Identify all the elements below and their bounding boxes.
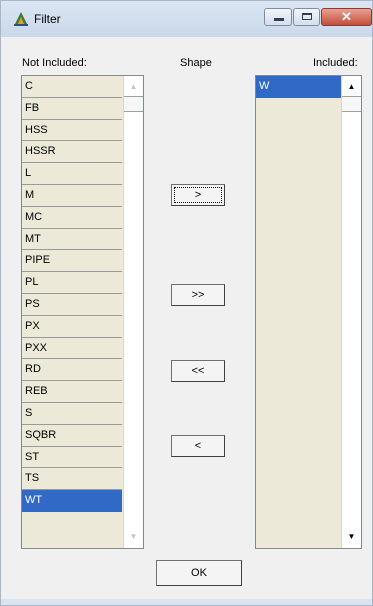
add-all-button[interactable]: >>: [171, 284, 225, 306]
add-button[interactable]: >: [171, 184, 225, 206]
scroll-up-icon[interactable]: ▲: [342, 78, 361, 96]
list-item[interactable]: PIPE: [22, 250, 122, 273]
list-item[interactable]: RD: [22, 359, 122, 382]
remove-all-button[interactable]: <<: [171, 360, 225, 382]
scroll-down-icon[interactable]: ▼: [342, 528, 361, 546]
shape-label: Shape: [180, 57, 212, 69]
list-item[interactable]: MT: [22, 228, 122, 251]
not-included-label: Not Included:: [22, 57, 87, 69]
list-item[interactable]: ST: [22, 446, 122, 469]
minimize-button[interactable]: [264, 8, 292, 26]
scroll-down-icon[interactable]: ▼: [124, 528, 143, 546]
close-button[interactable]: ✕: [321, 8, 372, 26]
list-item[interactable]: PS: [22, 293, 122, 316]
list-item[interactable]: HSS: [22, 119, 122, 142]
window-bottom-border: [1, 599, 372, 605]
included-items: W: [256, 76, 342, 98]
remove-button[interactable]: <: [171, 435, 225, 457]
list-item[interactable]: MC: [22, 206, 122, 229]
list-item[interactable]: L: [22, 163, 122, 185]
scroll-thumb[interactable]: [342, 96, 361, 112]
list-item[interactable]: SQBR: [22, 424, 122, 447]
list-item[interactable]: M: [22, 184, 122, 207]
app-icon: [14, 12, 28, 26]
scroll-thumb[interactable]: [124, 96, 143, 112]
list-item[interactable]: PX: [22, 315, 122, 338]
included-list[interactable]: W ▲ ▼: [255, 75, 362, 549]
list-item[interactable]: TS: [22, 468, 122, 491]
filter-dialog: Filter ✕ Not Included: Shape Included: C…: [0, 0, 373, 606]
maximize-button[interactable]: [293, 8, 320, 26]
list-item[interactable]: W: [256, 76, 342, 98]
scroll-up-icon[interactable]: ▲: [124, 78, 143, 96]
ok-button[interactable]: OK: [156, 560, 242, 586]
list-item[interactable]: HSSR: [22, 141, 122, 164]
not-included-scrollbar[interactable]: ▲ ▼: [123, 76, 143, 548]
list-item[interactable]: S: [22, 402, 122, 425]
list-item[interactable]: C: [22, 76, 122, 98]
maximize-icon: [302, 13, 312, 20]
minimize-icon: [274, 18, 284, 21]
list-item[interactable]: PL: [22, 272, 122, 294]
window-title: Filter: [34, 12, 61, 26]
list-item[interactable]: FB: [22, 97, 122, 120]
not-included-items: C FB HSS HSSR L M MC MT PIPE PL PS PX PXX RD REB S SQBR S…: [22, 76, 122, 512]
not-included-list[interactable]: C FB HSS HSSR L M MC MT PIPE PL PS PX PXX RD REB S SQBR S…: [21, 75, 144, 549]
list-item[interactable]: WT: [22, 490, 122, 512]
included-label: Included:: [313, 57, 358, 69]
included-scrollbar[interactable]: ▲ ▼: [341, 76, 361, 548]
close-icon: ✕: [341, 9, 352, 24]
list-item[interactable]: PXX: [22, 337, 122, 360]
title-bar: Filter ✕: [1, 1, 372, 37]
list-item[interactable]: REB: [22, 381, 122, 403]
